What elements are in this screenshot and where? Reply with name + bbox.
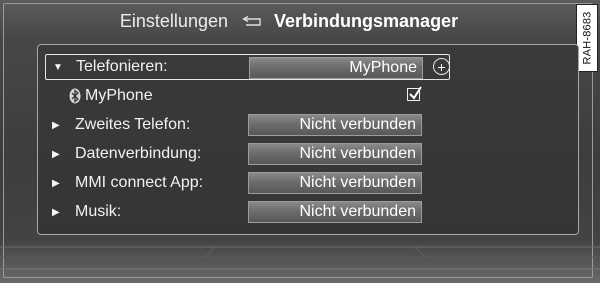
page-title: Verbindungsmanager: [274, 11, 459, 31]
menu-item-label: MMI connect App:: [75, 174, 204, 191]
menu-item-datenverbindung[interactable]: ▶ Datenverbindung: Nicht verbunden: [45, 141, 450, 167]
datenverbindung-value[interactable]: Nicht verbunden: [248, 143, 422, 165]
expand-triangle-icon: ▼: [53, 61, 63, 73]
collapsed-triangle-icon: ▶: [52, 119, 60, 131]
menu-item-label: Datenverbindung:: [75, 145, 202, 162]
mmi-connect-app-value[interactable]: Nicht verbunden: [248, 172, 422, 194]
device-entry-myphone[interactable]: MyPhone: [68, 85, 428, 107]
device-name: MyPhone: [85, 87, 153, 104]
menu-item-musik[interactable]: ▶ Musik: Nicht verbunden: [45, 199, 450, 225]
menu-item-zweites-telefon[interactable]: ▶ Zweites Telefon: Nicht verbunden: [45, 112, 450, 138]
collapsed-triangle-icon: ▶: [52, 148, 60, 160]
checkmark-icon: [409, 86, 422, 100]
menu-item-label: Zweites Telefon:: [75, 116, 191, 133]
back-arrow-icon[interactable]: [241, 9, 263, 35]
header: Einstellungen Verbindungsmanager: [0, 8, 578, 35]
menu-item-label: Telefonieren:: [76, 58, 168, 75]
menu-item-telefonieren[interactable]: ▼ Telefonieren: MyPhone +: [45, 54, 450, 80]
menu-item-mmi-connect-app[interactable]: ▶ MMI connect App: Nicht verbunden: [45, 170, 450, 196]
bluetooth-icon: [68, 88, 82, 104]
figure-code-label: RAH-8683: [576, 4, 598, 72]
zweites-telefon-value[interactable]: Nicht verbunden: [248, 114, 422, 136]
breadcrumb-settings[interactable]: Einstellungen: [120, 11, 228, 31]
telefonieren-value[interactable]: MyPhone: [249, 57, 423, 79]
collapsed-triangle-icon: ▶: [52, 206, 60, 218]
decorative-grid-lines: [0, 246, 600, 270]
collapsed-triangle-icon: ▶: [52, 177, 60, 189]
menu-item-label: Musik:: [75, 203, 122, 220]
plus-icon[interactable]: +: [433, 58, 450, 75]
musik-value[interactable]: Nicht verbunden: [248, 201, 422, 223]
device-checkbox[interactable]: [407, 86, 422, 101]
